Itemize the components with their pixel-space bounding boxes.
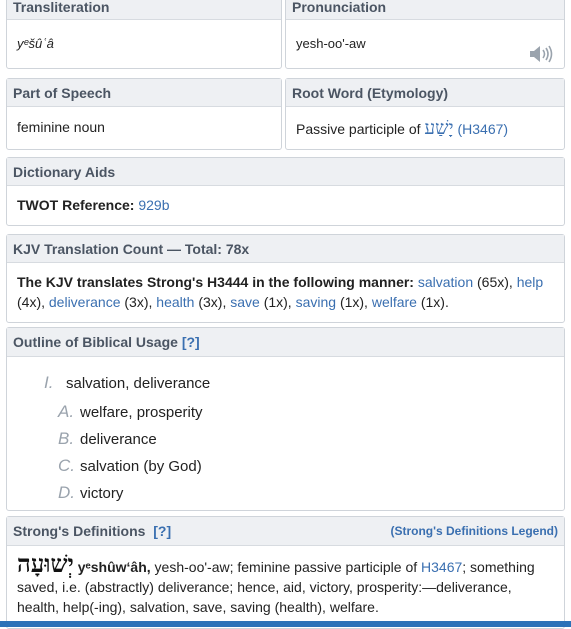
kjv-word-link[interactable]: health	[156, 294, 194, 310]
kjv-count: (3x),	[124, 294, 153, 310]
kjv-count: (1x),	[263, 294, 292, 310]
transliteration-header: Transliteration	[7, 0, 281, 20]
outline-marker: C.	[58, 456, 75, 475]
kjv-count: (1x).	[420, 294, 449, 310]
outline-item: A. welfare, prosperity	[58, 402, 203, 422]
kjv-word-link[interactable]: save	[230, 294, 260, 310]
kjv-count: (1x),	[339, 294, 368, 310]
strongs-hebrew-word: יְשׁוּעָה	[17, 549, 74, 578]
twot-label: TWOT Reference:	[17, 197, 135, 213]
root-word-ref-link[interactable]: (H3467)	[457, 121, 508, 137]
dictionary-aids-header: Dictionary Aids	[7, 158, 564, 186]
pronunciation-panel: Pronunciation yesh-oo'-aw	[285, 0, 565, 69]
outline-item: D. victory	[58, 483, 123, 503]
outline-marker: D.	[58, 483, 75, 502]
strongs-transliteration: yᵉshûwʻâh,	[77, 559, 151, 575]
root-word-prefix: Passive participle of	[296, 121, 421, 137]
outline-text: deliverance	[80, 431, 157, 448]
strongs-definitions-panel: Strong's Definitions [?] (Strong's Defin…	[6, 516, 565, 629]
outline-text: welfare, prosperity	[80, 404, 203, 421]
transliteration-panel: Transliteration yᵉšûʿâ	[6, 0, 282, 69]
root-word-header: Root Word (Etymology)	[286, 79, 564, 107]
bottom-bar	[0, 621, 571, 627]
outline-marker: I.	[44, 373, 54, 392]
kjv-word-link[interactable]: salvation	[418, 274, 473, 290]
kjv-translation-panel: KJV Translation Count — Total: 78x The K…	[6, 234, 565, 323]
outline-item: B. deliverance	[58, 429, 157, 449]
strongs-header: Strong's Definitions	[13, 523, 146, 539]
twot-reference-link[interactable]: 929b	[138, 197, 169, 213]
kjv-translation-header: KJV Translation Count — Total: 78x	[7, 235, 564, 263]
kjv-count: (3x),	[198, 294, 227, 310]
kjv-word-link[interactable]: deliverance	[49, 294, 121, 310]
outline-header: Outline of Biblical Usage	[13, 334, 178, 350]
transliteration-value: yᵉšûʿâ	[17, 36, 54, 51]
kjv-count: (4x),	[17, 294, 45, 310]
outline-item: I. salvation, deliverance	[44, 373, 210, 393]
part-of-speech-panel: Part of Speech feminine noun	[6, 78, 282, 150]
speaker-icon[interactable]	[528, 35, 554, 63]
outline-help-link[interactable]: [?]	[182, 334, 200, 350]
outline-text: salvation, deliverance	[66, 375, 211, 392]
outline-item: C. salvation (by God)	[58, 456, 202, 476]
outline-marker: A.	[58, 402, 75, 421]
outline-marker: B.	[58, 429, 75, 448]
kjv-intro: The KJV translates Strong's H3444 in the…	[17, 274, 414, 290]
outline-text: victory	[80, 485, 124, 502]
pronunciation-value: yesh-oo'-aw	[296, 36, 366, 51]
strongs-text-part1: yesh-oo'-aw; feminine passive participle…	[154, 559, 418, 575]
kjv-word-link[interactable]: welfare	[372, 294, 417, 310]
pronunciation-header: Pronunciation	[286, 0, 564, 20]
outline-panel: Outline of Biblical Usage [?] I. salvatio…	[6, 327, 565, 511]
strongs-help-link[interactable]: [?]	[153, 523, 171, 539]
kjv-word-link[interactable]: help	[517, 274, 543, 290]
kjv-count: (65x),	[477, 274, 513, 290]
kjv-word-link[interactable]: saving	[296, 294, 336, 310]
outline-text: salvation (by God)	[80, 458, 202, 475]
root-word-hebrew[interactable]: יָשַׁע	[424, 117, 453, 139]
part-of-speech-header: Part of Speech	[7, 79, 281, 107]
dictionary-aids-panel: Dictionary Aids TWOT Reference: 929b	[6, 157, 565, 226]
strongs-legend-link[interactable]: (Strong's Definitions Legend)	[390, 524, 558, 538]
part-of-speech-value: feminine noun	[17, 119, 105, 135]
root-word-panel: Root Word (Etymology) Passive participle…	[285, 78, 565, 150]
strongs-ref-link[interactable]: H3467	[421, 559, 462, 575]
